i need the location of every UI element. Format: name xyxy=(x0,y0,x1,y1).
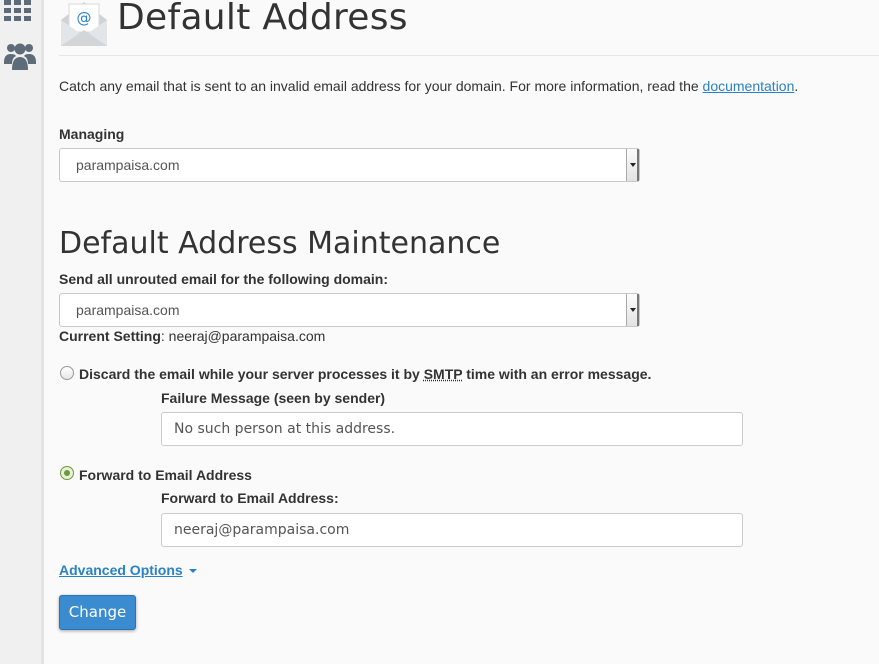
smtp-abbr: SMTP xyxy=(423,366,463,382)
forward-radio[interactable] xyxy=(60,466,74,480)
users-icon[interactable] xyxy=(4,42,36,79)
page-header: @ Default Address xyxy=(59,0,879,56)
unrouted-domain-value: parampaisa.com xyxy=(76,302,180,318)
documentation-link[interactable]: documentation xyxy=(703,78,795,94)
chevron-down-icon[interactable] xyxy=(626,294,639,326)
managing-domain-select[interactable]: parampaisa.com xyxy=(59,148,640,182)
forward-email-input[interactable]: neeraj@parampaisa.com xyxy=(161,513,743,547)
page-title: Default Address xyxy=(117,0,408,38)
current-setting: Current Setting: neeraj@parampaisa.com xyxy=(59,328,325,344)
discard-label-post: time with an error message. xyxy=(462,366,652,382)
change-button[interactable]: Change xyxy=(59,595,136,630)
chevron-down-icon[interactable] xyxy=(626,149,639,181)
discard-label-pre: Discard the email while your server proc… xyxy=(79,366,424,382)
forward-email-label: Forward to Email Address: xyxy=(161,490,339,506)
failure-message-label: Failure Message (seen by sender) xyxy=(161,390,386,406)
description-end: . xyxy=(794,78,799,94)
current-setting-value: : neeraj@parampaisa.com xyxy=(160,328,326,344)
envelope-at-icon: @ xyxy=(59,0,109,53)
caret-down-icon xyxy=(188,569,197,574)
advanced-options-link[interactable]: Advanced Options xyxy=(59,562,197,578)
managing-domain-value: parampaisa.com xyxy=(76,157,180,173)
discard-radio[interactable] xyxy=(60,366,74,380)
domain-label: Send all unrouted email for the followin… xyxy=(59,271,389,287)
description-text: Catch any email that is sent to an inval… xyxy=(59,78,703,94)
managing-label: Managing xyxy=(59,126,125,142)
current-setting-label: Current Setting xyxy=(59,328,161,344)
grid-icon[interactable] xyxy=(4,0,34,29)
sidebar xyxy=(0,0,44,664)
svg-text:@: @ xyxy=(77,9,92,27)
maintenance-title: Default Address Maintenance xyxy=(59,226,501,261)
forward-radio-label[interactable]: Forward to Email Address xyxy=(79,467,252,483)
discard-radio-label[interactable]: Discard the email while your server proc… xyxy=(79,366,651,382)
unrouted-domain-select[interactable]: parampaisa.com xyxy=(59,293,640,327)
page-description: Catch any email that is sent to an inval… xyxy=(59,78,798,94)
advanced-options-label: Advanced Options xyxy=(59,562,183,578)
failure-message-input[interactable]: No such person at this address. xyxy=(161,412,743,446)
